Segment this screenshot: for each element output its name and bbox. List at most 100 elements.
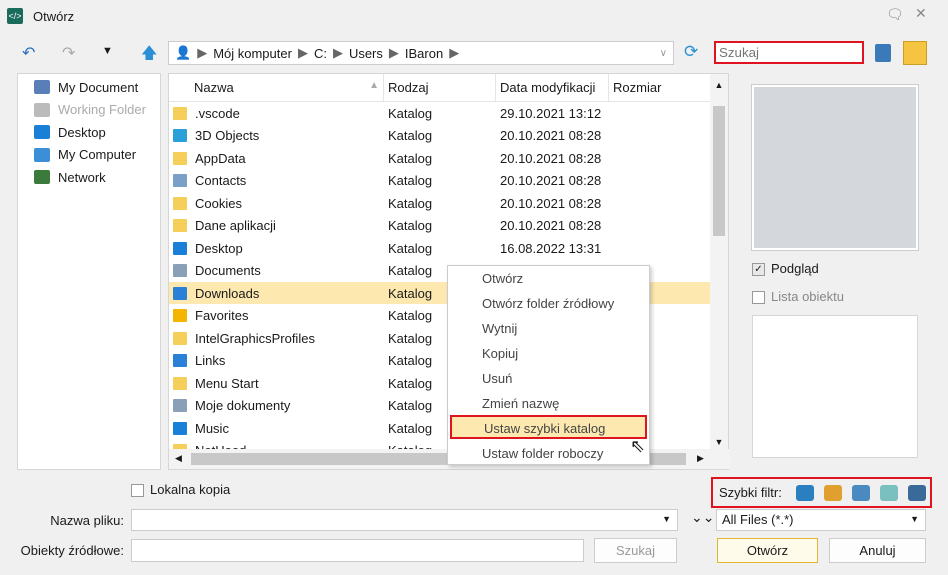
filename-label: Nazwa pliku: bbox=[50, 513, 124, 528]
file-name: IntelGraphicsProfiles bbox=[195, 330, 315, 346]
file-date: 20.10.2021 08:28 bbox=[500, 218, 602, 233]
refresh-icon[interactable]: ⟳ bbox=[684, 42, 698, 62]
mouse-cursor-icon: ⇖ bbox=[630, 436, 646, 456]
quick-filter: Szybki filtr: bbox=[711, 477, 932, 508]
vertical-scrollbar[interactable]: ▲ ▼ bbox=[710, 74, 728, 451]
sidebar-item[interactable]: Network bbox=[18, 166, 160, 189]
sidebar: My Document Working Folder Desktop My Compu… bbox=[17, 73, 161, 470]
close-button[interactable]: ✕ bbox=[915, 5, 927, 22]
object-list-area bbox=[752, 315, 918, 458]
filter-cam-icon[interactable] bbox=[907, 484, 926, 501]
sidebar-item[interactable]: Working Folder bbox=[18, 99, 160, 122]
history-dropdown-icon[interactable]: ▼ bbox=[102, 45, 113, 57]
folder-icon bbox=[173, 219, 187, 232]
window-title: Otwórz bbox=[33, 9, 75, 24]
file-name: Moje dokumenty bbox=[195, 398, 291, 413]
file-name: Favorites bbox=[195, 308, 249, 323]
file-name: AppData bbox=[195, 150, 246, 166]
sidebar-item[interactable]: My Computer bbox=[18, 144, 160, 167]
context-menu-item[interactable]: Otwórz folder źródłowy bbox=[482, 292, 614, 316]
context-menu: Otwórz Otwórz folder źródłowy Wytnij Kopiuj… bbox=[447, 265, 650, 465]
source-objects-input[interactable] bbox=[131, 539, 584, 562]
folder-icon bbox=[173, 421, 187, 435]
folder-icon bbox=[173, 309, 187, 322]
forward-icon[interactable]: ↷ bbox=[62, 43, 75, 63]
open-button[interactable]: Otwórz bbox=[717, 538, 818, 563]
file-type: Katalog bbox=[388, 150, 433, 166]
file-name: Desktop bbox=[195, 240, 243, 256]
context-menu-item[interactable]: Otwórz bbox=[482, 267, 523, 291]
breadcrumb-segment[interactable]: Users bbox=[349, 46, 383, 61]
source-objects-label: Obiekty źródłowe: bbox=[20, 543, 124, 558]
object-list-checkbox[interactable]: Lista obiektu bbox=[752, 289, 844, 305]
file-row[interactable]: Dane aplikacji Katalog 20.10.2021 08:28 bbox=[169, 215, 711, 237]
folder-icon bbox=[173, 286, 187, 300]
context-menu-item[interactable]: Ustaw szybki katalog bbox=[450, 415, 647, 439]
file-name: 3D Objects bbox=[195, 128, 260, 143]
file-name: .vscode bbox=[195, 105, 240, 121]
folder-icon bbox=[173, 196, 187, 210]
folder-icon bbox=[173, 106, 187, 120]
sidebar-item-label: My Computer bbox=[58, 147, 137, 163]
file-row[interactable]: Contacts Katalog 20.10.2021 08:28 bbox=[169, 170, 711, 192]
preview-toggle-icon[interactable] bbox=[903, 41, 927, 65]
context-menu-item[interactable]: Kopiuj bbox=[482, 342, 518, 366]
search-input[interactable] bbox=[714, 41, 864, 64]
chevron-down-icon[interactable]: ▼ bbox=[662, 514, 671, 524]
filename-input[interactable]: ▼ bbox=[131, 509, 678, 531]
file-name: Downloads bbox=[195, 285, 260, 301]
context-menu-item[interactable]: Ustaw folder roboczy bbox=[482, 442, 603, 466]
context-menu-item[interactable]: Usuń bbox=[482, 367, 512, 391]
breadcrumb-segment[interactable]: Mój komputer bbox=[213, 46, 292, 61]
sidebar-item-icon bbox=[34, 125, 50, 140]
file-date: 16.08.2022 13:31 bbox=[500, 240, 602, 256]
chevron-down-icon: ▼ bbox=[910, 514, 919, 524]
file-name: Dane aplikacji bbox=[195, 218, 276, 233]
checkbox-unchecked bbox=[131, 484, 144, 498]
file-name: Links bbox=[195, 353, 226, 368]
file-type: Katalog bbox=[388, 218, 433, 233]
breadcrumb-segment[interactable]: C: bbox=[314, 46, 327, 61]
file-date: 20.10.2021 08:28 bbox=[500, 195, 602, 211]
cancel-button[interactable]: Anuluj bbox=[829, 538, 926, 563]
folder-icon bbox=[173, 331, 187, 345]
file-type-value: All Files (*.*) bbox=[722, 512, 794, 527]
address-dropdown-icon[interactable]: ∨ bbox=[660, 48, 667, 59]
sidebar-item-icon bbox=[34, 80, 50, 95]
file-name: Contacts bbox=[195, 173, 247, 188]
file-row[interactable]: .vscode Katalog 29.10.2021 13:12 bbox=[169, 102, 711, 124]
file-row[interactable]: Desktop Katalog 16.08.2022 13:31 bbox=[169, 237, 711, 259]
file-row[interactable]: AppData Katalog 20.10.2021 08:28 bbox=[169, 147, 711, 169]
search-button[interactable]: Szukaj bbox=[594, 538, 677, 563]
folder-icon bbox=[173, 264, 187, 277]
folder-icon bbox=[173, 241, 187, 255]
up-folder-icon[interactable]: 🡅 bbox=[141, 42, 157, 69]
address-bar[interactable]: 👤 ▶ Mój komputer ▶ C: ▶ Users ▶ IBaron ▶ ∨ bbox=[168, 41, 674, 65]
filter-drawing-icon[interactable] bbox=[851, 484, 870, 501]
preview-checkbox[interactable]: ✓ Podgląd bbox=[752, 261, 819, 277]
local-copy-checkbox[interactable]: Lokalna kopia bbox=[131, 482, 230, 498]
scroll-thumb[interactable] bbox=[713, 106, 725, 236]
sidebar-item-icon bbox=[34, 170, 50, 185]
breadcrumb-segment[interactable]: IBaron bbox=[405, 46, 443, 61]
sidebar-item[interactable]: My Document bbox=[18, 76, 160, 99]
file-type: Katalog bbox=[388, 105, 433, 121]
help-icon[interactable]: 🗨 bbox=[886, 6, 904, 23]
file-type-select[interactable]: All Files (*.*) ▼ bbox=[716, 509, 926, 531]
file-name: Cookies bbox=[195, 195, 242, 211]
app-logo: </> bbox=[7, 8, 23, 24]
context-menu-item[interactable]: Wytnij bbox=[482, 317, 517, 341]
sidebar-item-icon bbox=[34, 147, 50, 162]
file-row[interactable]: Cookies Katalog 20.10.2021 08:28 bbox=[169, 192, 711, 214]
back-icon[interactable]: ↶ bbox=[22, 43, 35, 63]
user-icon: 👤 bbox=[175, 45, 192, 60]
expand-chevrons-icon[interactable]: ⌄⌄ bbox=[691, 509, 714, 526]
filter-assembly-icon[interactable] bbox=[823, 484, 842, 501]
context-menu-item[interactable]: Zmień nazwę bbox=[482, 392, 559, 416]
sidebar-item[interactable]: Desktop bbox=[18, 121, 160, 144]
file-date: 20.10.2021 08:28 bbox=[500, 173, 602, 188]
file-row[interactable]: 3D Objects Katalog 20.10.2021 08:28 bbox=[169, 125, 711, 147]
filter-part-icon[interactable] bbox=[795, 484, 814, 501]
view-details-icon[interactable] bbox=[875, 44, 891, 62]
filter-analysis-icon[interactable] bbox=[879, 484, 898, 501]
